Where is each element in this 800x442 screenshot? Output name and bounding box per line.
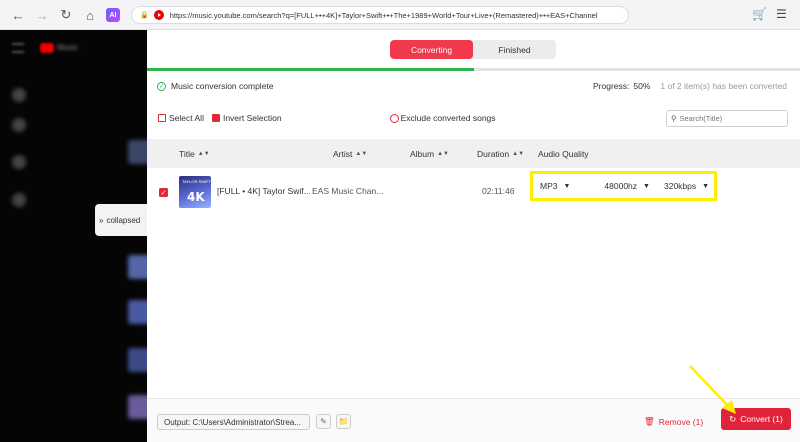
search-input[interactable] xyxy=(679,113,780,123)
collapsed-label: collapsed xyxy=(106,215,141,225)
blurred-thumbnail xyxy=(128,300,147,324)
sort-icon: ▲▼ xyxy=(197,150,210,157)
ai-extension-icon[interactable]: AI xyxy=(106,8,120,22)
invert-selection-icon xyxy=(211,114,220,122)
blurred-thumbnail xyxy=(128,255,147,279)
edit-icon: ✎ xyxy=(320,417,327,426)
youtube-favicon-icon xyxy=(153,10,164,20)
explore-nav-icon xyxy=(12,118,26,132)
column-album[interactable]: Album ▲▼ xyxy=(410,139,449,168)
address-bar[interactable]: 🔒 https://music.youtube.com/search?q=[FU… xyxy=(131,6,629,24)
column-artist[interactable]: Artist ▲▼ xyxy=(333,139,367,168)
sort-icon: ▲▼ xyxy=(355,150,368,157)
output-path-field[interactable]: Output: C:\Users\Administrator\Strea... xyxy=(157,414,310,430)
caret-down-icon: ▼ xyxy=(563,182,571,190)
select-all-label: Select All xyxy=(169,113,204,123)
youtube-music-logo-text: Music xyxy=(57,43,78,52)
table-row[interactable]: ✓ TAYLOR SWIFT 4K [FULL • 4K] Taylor Swi… xyxy=(147,171,800,212)
home-nav-icon xyxy=(12,88,26,102)
column-title[interactable]: Title ▲▼ xyxy=(179,139,210,168)
url-text: https://music.youtube.com/search?q=[FULL… xyxy=(169,10,598,20)
library-nav-icon xyxy=(12,155,26,169)
browser-toolbar: ← → ↻ ⌂ AI 🔒 https://music.youtube.com/s… xyxy=(0,0,800,30)
upgrade-nav-icon xyxy=(12,193,26,207)
reload-icon[interactable]: ↻ xyxy=(57,6,75,24)
trash-icon: 🗑 xyxy=(644,416,655,426)
column-duration-label: Duration xyxy=(477,148,510,159)
invert-selection-button[interactable]: Invert Selection xyxy=(211,113,282,123)
back-icon[interactable]: ← xyxy=(9,6,27,24)
column-album-label: Album xyxy=(410,148,435,159)
format-select[interactable]: MP3 ▼ xyxy=(540,181,570,191)
track-title: [FULL • 4K] Taylor Swif... xyxy=(217,186,311,196)
output-path-text: Output: C:\Users\Administrator\Strea... xyxy=(164,417,301,427)
forward-icon[interactable]: → xyxy=(33,6,51,24)
annotation-arrow-icon xyxy=(689,365,736,414)
sort-icon: ▲▼ xyxy=(437,150,449,157)
select-all-icon xyxy=(158,114,166,122)
tab-finished[interactable]: Finished xyxy=(473,40,556,59)
blurred-thumbnail xyxy=(128,348,147,372)
search-icon: ⚲ xyxy=(671,113,677,123)
status-row: ✓ Music conversion complete Progress: 50… xyxy=(157,79,787,93)
progress-track xyxy=(147,68,800,71)
caret-down-icon: ▼ xyxy=(702,182,710,190)
remove-label: Remove (1) xyxy=(658,416,704,427)
audio-quality-highlight: MP3 ▼ 48000hz ▼ 320kbps ▼ xyxy=(530,171,717,201)
track-duration: 02:11:46 xyxy=(482,186,515,196)
progress-percent: 50% xyxy=(633,81,651,91)
youtube-logo-icon xyxy=(40,43,54,53)
column-artist-label: Artist xyxy=(333,148,353,159)
track-thumbnail: TAYLOR SWIFT 4K xyxy=(179,176,211,208)
double-chevron-right-icon: » xyxy=(99,215,104,225)
collapse-toggle[interactable]: » collapsed xyxy=(95,204,147,236)
column-title-label: Title xyxy=(179,148,195,159)
youtube-music-background: Music xyxy=(0,30,147,442)
column-audio-quality: Audio Quality xyxy=(538,139,589,168)
status-message: Music conversion complete xyxy=(171,81,274,91)
bitrate-value: 320kbps xyxy=(663,181,697,191)
hamburger-icon xyxy=(12,43,24,53)
selection-toolbar: Select All Invert Selection Exclude conv… xyxy=(158,109,788,127)
thumbnail-caption: TAYLOR SWIFT xyxy=(182,179,211,184)
track-artist: EAS Music Chan... xyxy=(312,186,384,196)
check-circle-icon: ✓ xyxy=(157,81,166,91)
lock-icon: 🔒 xyxy=(140,12,149,19)
progress-label: Progress: xyxy=(592,81,630,91)
progress-detail: 1 of 2 item(s) has been converted xyxy=(660,81,787,91)
blurred-thumbnail xyxy=(128,395,147,419)
search-box: ⚲ xyxy=(666,109,788,127)
tab-converting[interactable]: Converting xyxy=(390,40,473,59)
folder-icon: 📁 xyxy=(338,417,349,426)
table-header: Title ▲▼ Artist ▲▼ Album ▲▼ Duration ▲▼ Audi… xyxy=(147,139,800,168)
edit-output-button[interactable]: ✎ xyxy=(316,414,331,429)
thumbnail-4k-text: 4K xyxy=(187,190,205,204)
invert-selection-label: Invert Selection xyxy=(222,113,282,123)
caret-down-icon: ▼ xyxy=(643,182,650,190)
exclude-converted-radio[interactable] xyxy=(389,113,399,123)
progress-fill xyxy=(147,68,474,71)
remove-button[interactable]: 🗑 Remove (1) xyxy=(644,416,703,427)
blurred-thumbnail xyxy=(128,140,147,164)
convert-label: Convert (1) xyxy=(740,414,783,424)
column-audio-quality-label: Audio Quality xyxy=(538,148,589,159)
sample-rate-select[interactable]: 48000hz ▼ xyxy=(604,181,650,191)
bitrate-select[interactable]: 320kbps ▼ xyxy=(664,181,709,191)
sample-rate-value: 48000hz xyxy=(604,181,638,191)
select-all-button[interactable]: Select All xyxy=(158,113,204,123)
exclude-converted-label: Exclude converted songs xyxy=(400,113,496,123)
column-duration[interactable]: Duration ▲▼ xyxy=(477,139,524,168)
sort-icon: ▲▼ xyxy=(512,150,525,157)
menu-icon[interactable]: ☰ xyxy=(776,7,787,21)
open-folder-button[interactable]: 📁 xyxy=(336,414,351,429)
format-value: MP3 xyxy=(540,181,558,191)
cart-icon[interactable]: 🛒 xyxy=(752,7,767,21)
home-icon[interactable]: ⌂ xyxy=(81,6,99,24)
row-checkbox[interactable]: ✓ xyxy=(159,188,168,197)
tab-bar: Converting Finished xyxy=(390,40,556,59)
